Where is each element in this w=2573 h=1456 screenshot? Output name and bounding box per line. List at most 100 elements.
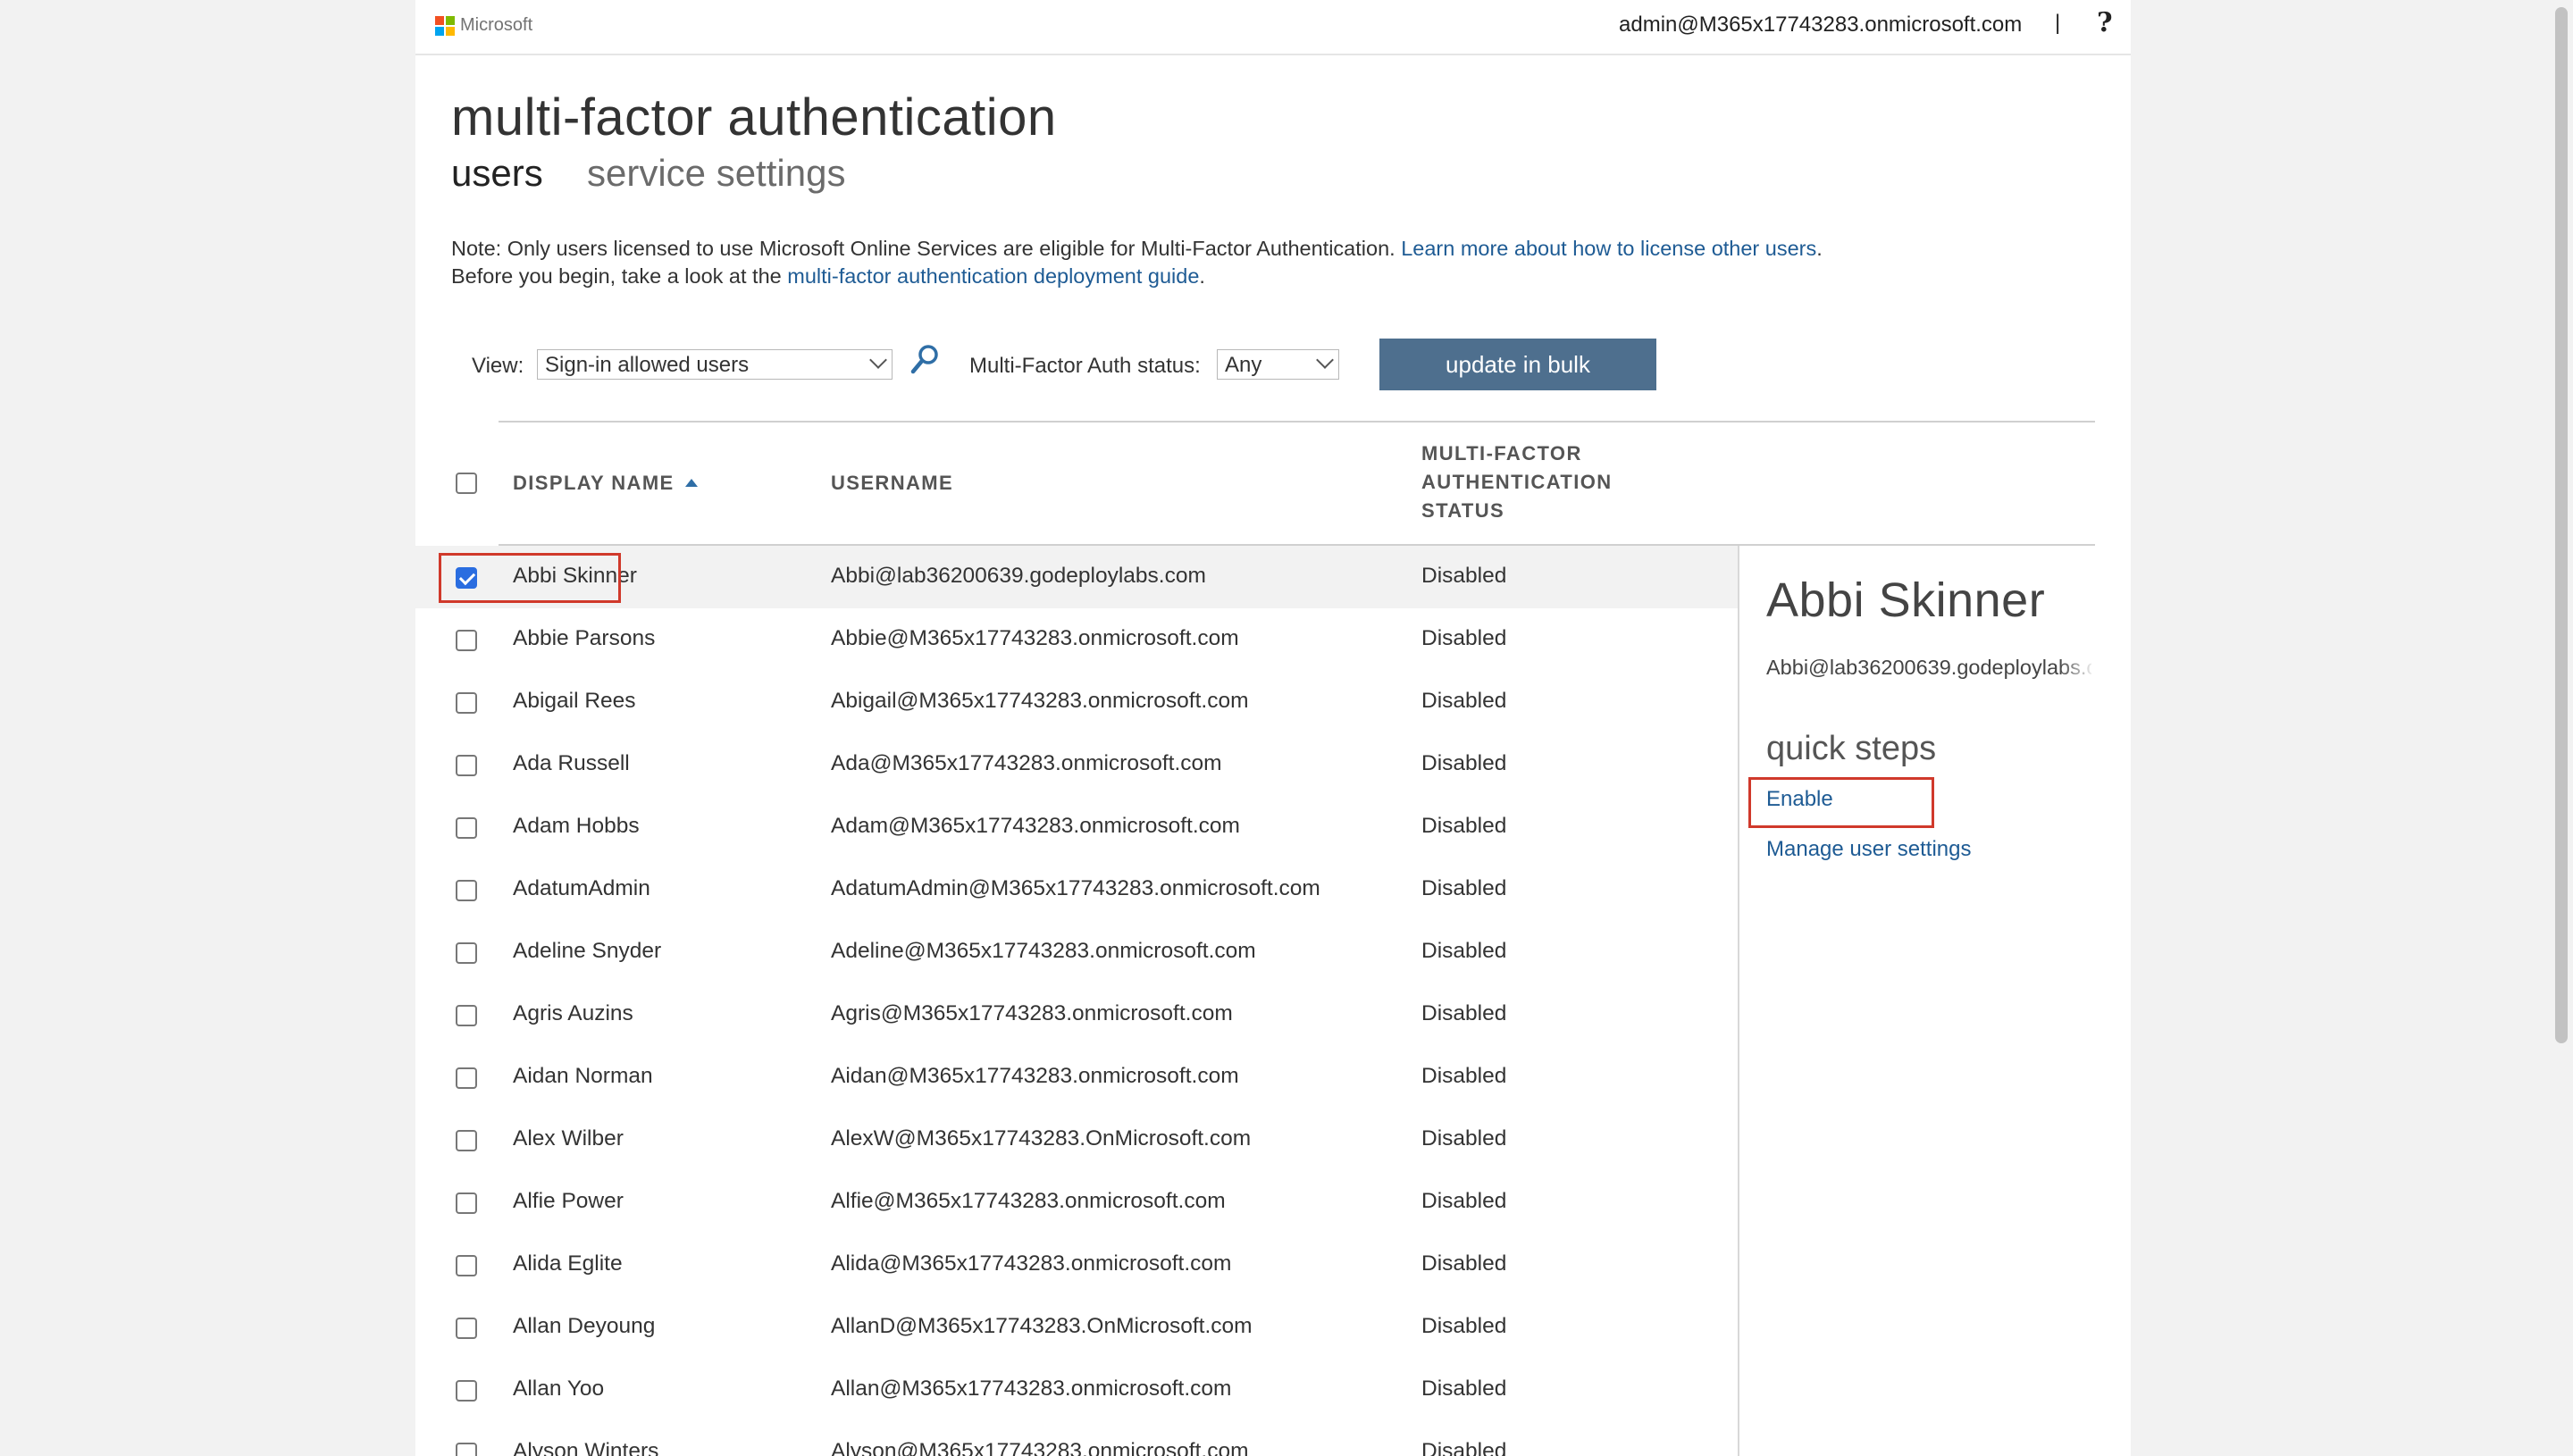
row-checkbox[interactable] — [456, 942, 477, 964]
table-row[interactable]: Alex Wilber AlexW@M365x17743283.OnMicroso… — [415, 1109, 1738, 1171]
note-line1-end: . — [1816, 237, 1823, 260]
row-checkbox[interactable] — [456, 817, 477, 839]
username-cell[interactable]: Allan@M365x17743283.onmicrosoft.com — [831, 1377, 1231, 1402]
chevron-down-icon — [869, 351, 887, 369]
table-row[interactable]: AdatumAdmin AdatumAdmin@M365x17743283.onm… — [415, 858, 1738, 921]
username-cell[interactable]: Abbie@M365x17743283.onmicrosoft.com — [831, 626, 1239, 651]
table-row[interactable]: Allan Yoo Allan@M365x17743283.onmicrosoft… — [415, 1359, 1738, 1421]
table-row[interactable]: Adam Hobbs Adam@M365x17743283.onmicrosoft… — [415, 796, 1738, 858]
scrollbar-thumb[interactable] — [2555, 7, 2568, 1043]
view-dropdown-value: Sign-in allowed users — [545, 353, 750, 377]
row-checkbox[interactable] — [456, 1130, 477, 1151]
mfa-status-dropdown[interactable]: Any — [1217, 349, 1339, 380]
display-name-cell[interactable]: Alfie Power — [513, 1189, 624, 1214]
username-cell[interactable]: AllanD@M365x17743283.OnMicrosoft.com — [831, 1314, 1253, 1339]
username-cell[interactable]: Ada@M365x17743283.onmicrosoft.com — [831, 751, 1222, 776]
column-header-display-name[interactable]: DISPLAY NAME — [513, 469, 698, 498]
mfa-status-cell: Disabled — [1421, 876, 1507, 900]
row-checkbox[interactable] — [456, 1255, 477, 1276]
table-row[interactable]: Agris Auzins Agris@M365x17743283.onmicros… — [415, 983, 1738, 1046]
username-cell[interactable]: Agris@M365x17743283.onmicrosoft.com — [831, 1001, 1233, 1026]
sort-ascending-icon — [684, 479, 698, 487]
username-cell[interactable]: Adeline@M365x17743283.onmicrosoft.com — [831, 939, 1256, 964]
table-row[interactable]: Alida Eglite Alida@M365x17743283.onmicros… — [415, 1234, 1738, 1296]
username-cell[interactable]: Alfie@M365x17743283.onmicrosoft.com — [831, 1189, 1226, 1214]
search-icon[interactable] — [909, 343, 941, 377]
username-cell[interactable]: Adam@M365x17743283.onmicrosoft.com — [831, 814, 1240, 839]
display-name-cell[interactable]: Alida Eglite — [513, 1251, 623, 1276]
row-checkbox[interactable] — [456, 1005, 477, 1026]
mfa-page: Microsoft admin@M365x17743283.onmicrosof… — [415, 0, 2131, 1456]
table-row[interactable]: Aidan Norman Aidan@M365x17743283.onmicros… — [415, 1046, 1738, 1109]
display-name-cell[interactable]: Alex Wilber — [513, 1126, 624, 1151]
row-checkbox[interactable] — [456, 1318, 477, 1339]
manage-user-settings-link[interactable]: Manage user settings — [1766, 837, 1971, 862]
table-row[interactable]: Allan Deyoung AllanD@M365x17743283.OnMicr… — [415, 1296, 1738, 1359]
display-name-cell[interactable]: Abbie Parsons — [513, 626, 655, 651]
display-name-cell[interactable]: Abigail Rees — [513, 689, 636, 714]
table-row[interactable]: Alyson Winters Alyson@M365x17743283.onmic… — [415, 1421, 1738, 1456]
page-title: multi-factor authentication — [451, 88, 1057, 146]
mfa-status-cell: Disabled — [1421, 751, 1507, 775]
license-users-link[interactable]: Learn more about how to license other us… — [1401, 237, 1816, 260]
row-checkbox[interactable] — [456, 755, 477, 776]
row-checkbox[interactable] — [456, 1192, 477, 1214]
mfa-status-cell: Disabled — [1421, 689, 1507, 713]
mfa-status-dropdown-value: Any — [1225, 353, 1262, 377]
tab-service-settings[interactable]: service settings — [587, 152, 845, 195]
username-cell[interactable]: AlexW@M365x17743283.OnMicrosoft.com — [831, 1126, 1251, 1151]
table-row[interactable]: Ada Russell Ada@M365x17743283.onmicrosoft… — [415, 733, 1738, 796]
row-checkbox[interactable] — [456, 692, 477, 714]
signed-in-account[interactable]: admin@M365x17743283.onmicrosoft.com — [1619, 13, 2022, 38]
update-in-bulk-button[interactable]: update in bulk — [1379, 339, 1656, 390]
row-checkbox[interactable] — [456, 1380, 477, 1402]
username-cell[interactable]: AdatumAdmin@M365x17743283.onmicrosoft.co… — [831, 876, 1320, 901]
display-name-cell[interactable]: Agris Auzins — [513, 1001, 633, 1026]
mfa-status-cell: Disabled — [1421, 564, 1507, 588]
display-name-cell[interactable]: Adeline Snyder — [513, 939, 661, 964]
microsoft-logo[interactable]: Microsoft — [435, 15, 532, 36]
display-name-cell[interactable]: Allan Yoo — [513, 1377, 604, 1402]
username-cell[interactable]: Alyson@M365x17743283.onmicrosoft.com — [831, 1439, 1248, 1456]
row-checkbox[interactable] — [456, 1443, 477, 1456]
detail-user-name: Abbi Skinner — [1766, 573, 2046, 627]
mfa-status-label: Multi-Factor Auth status: — [969, 354, 1201, 378]
display-name-cell[interactable]: AdatumAdmin — [513, 876, 650, 901]
username-cell[interactable]: Alida@M365x17743283.onmicrosoft.com — [831, 1251, 1231, 1276]
table-row[interactable]: Adeline Snyder Adeline@M365x17743283.onmi… — [415, 921, 1738, 983]
table-top-divider — [499, 421, 2095, 423]
license-note: Note: Only users licensed to use Microso… — [451, 235, 1823, 290]
table-row[interactable]: Abbie Parsons Abbie@M365x17743283.onmicro… — [415, 608, 1738, 671]
deployment-guide-link[interactable]: multi-factor authentication deployment g… — [787, 264, 1199, 288]
column-header-username[interactable]: USERNAME — [831, 469, 953, 498]
table-row[interactable]: Abigail Rees Abigail@M365x17743283.onmicr… — [415, 671, 1738, 733]
display-name-cell[interactable]: Aidan Norman — [513, 1064, 653, 1089]
display-name-header-label: DISPLAY NAME — [513, 472, 675, 494]
select-all-checkbox[interactable] — [456, 473, 477, 494]
column-header-mfa-status[interactable]: MULTI-FACTOR AUTHENTICATION STATUS — [1421, 439, 1613, 525]
row-checkbox[interactable] — [456, 880, 477, 901]
mfa-header-line3: STATUS — [1421, 499, 1505, 522]
display-name-cell[interactable]: Ada Russell — [513, 751, 630, 776]
note-line1-text: Note: Only users licensed to use Microso… — [451, 237, 1402, 260]
view-dropdown[interactable]: Sign-in allowed users — [537, 349, 893, 380]
mfa-status-cell: Disabled — [1421, 1189, 1507, 1213]
username-cell[interactable]: Abigail@M365x17743283.onmicrosoft.com — [831, 689, 1249, 714]
detail-user-email: Abbi@lab36200639.godeploylabs.com — [1766, 656, 2091, 679]
display-name-cell[interactable]: Alyson Winters — [513, 1439, 658, 1456]
help-icon[interactable]: ? — [2097, 7, 2113, 38]
mfa-status-cell: Disabled — [1421, 1001, 1507, 1025]
tab-users[interactable]: users — [451, 152, 543, 195]
row-checkbox[interactable] — [456, 1067, 477, 1089]
display-name-cell[interactable]: Adam Hobbs — [513, 814, 640, 839]
row-checkbox[interactable] — [456, 630, 477, 651]
display-name-cell[interactable]: Allan Deyoung — [513, 1314, 655, 1339]
table-row[interactable]: Alfie Power Alfie@M365x17743283.onmicroso… — [415, 1171, 1738, 1234]
username-cell[interactable]: Abbi@lab36200639.godeploylabs.com — [831, 564, 1206, 589]
chevron-down-icon — [1316, 351, 1334, 369]
note-line2-text: Before you begin, take a look at the — [451, 264, 788, 288]
username-cell[interactable]: Aidan@M365x17743283.onmicrosoft.com — [831, 1064, 1239, 1089]
header-separator: | — [2055, 11, 2061, 35]
page-scrollbar[interactable] — [2549, 0, 2573, 1456]
quick-steps-heading: quick steps — [1766, 730, 1937, 767]
